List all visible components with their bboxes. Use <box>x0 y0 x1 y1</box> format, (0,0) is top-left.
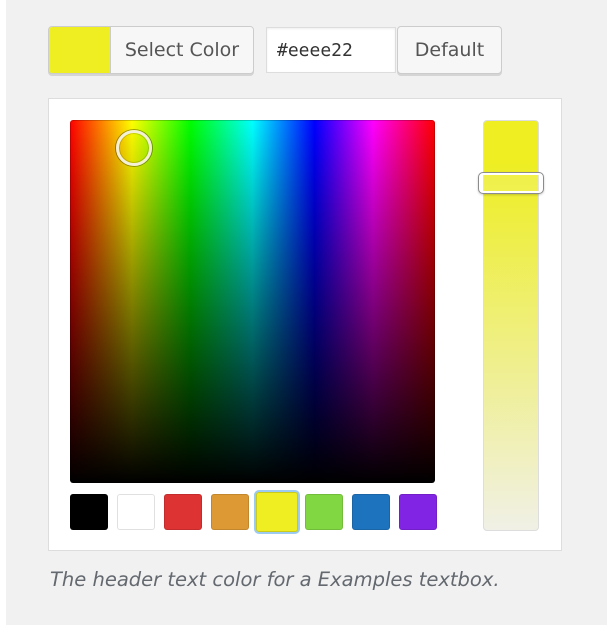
gradient-picker-handle[interactable] <box>116 130 152 166</box>
palette-swatch-green[interactable] <box>305 494 343 530</box>
palette-swatch-red[interactable] <box>164 494 202 530</box>
current-color-swatch[interactable] <box>49 27 111 73</box>
lightness-slider[interactable] <box>478 120 544 531</box>
page-left-edge <box>0 0 6 625</box>
palette-swatch-black[interactable] <box>70 494 108 530</box>
lightness-slider-handle[interactable] <box>478 172 544 194</box>
hex-color-input[interactable] <box>266 27 396 73</box>
palette-swatch-orange[interactable] <box>211 494 249 530</box>
default-button[interactable]: Default <box>397 26 502 74</box>
field-description: The header text color for a Examples tex… <box>50 568 500 591</box>
palette-swatches <box>70 492 440 532</box>
color-gradient-square[interactable] <box>70 120 435 483</box>
palette-swatch-yellow[interactable] <box>256 492 298 532</box>
palette-swatch-blue[interactable] <box>352 494 390 530</box>
palette-swatch-purple[interactable] <box>399 494 437 530</box>
select-color-button[interactable]: Select Color <box>48 26 254 74</box>
select-color-label: Select Color <box>111 27 253 73</box>
palette-swatch-white[interactable] <box>117 494 155 530</box>
color-picker-panel <box>48 98 562 551</box>
